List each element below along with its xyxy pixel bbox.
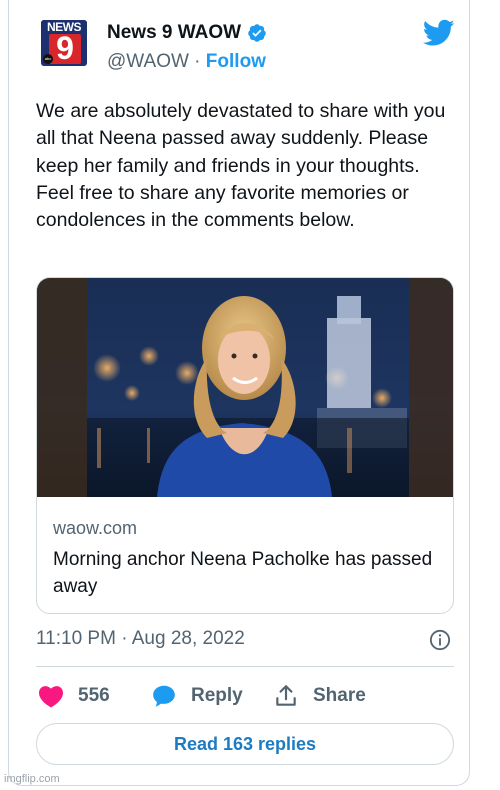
twitter-bird-icon[interactable] <box>423 19 455 47</box>
tweet-card: NEWS 9 abc News 9 WAOW @WAOW · Follow We… <box>8 0 470 786</box>
avatar-number: 9 <box>56 30 74 66</box>
link-title: Morning anchor Neena Pacholke has passed… <box>53 549 433 597</box>
author-handle-row: @WAOW · Follow <box>107 51 266 73</box>
author-name-row[interactable]: News 9 WAOW <box>107 22 267 44</box>
tweet-text: We are absolutely devastated to share wi… <box>36 100 446 232</box>
watermark: imgflip.com <box>4 773 60 785</box>
read-replies-button[interactable]: Read 163 replies <box>36 723 454 765</box>
link-preview-image <box>37 278 453 497</box>
like-count: 556 <box>78 685 110 706</box>
handle-separator: · <box>188 51 206 72</box>
reply-button[interactable]: Reply <box>151 680 243 712</box>
tweet-actions: 556 Reply Share <box>36 680 454 712</box>
link-preview-card[interactable]: waow.com Morning anchor Neena Pacholke h… <box>36 277 454 614</box>
reply-bubble-icon <box>153 685 175 707</box>
heart-icon <box>39 686 63 708</box>
share-label: Share <box>313 685 366 706</box>
verified-badge-icon <box>248 24 266 42</box>
like-button[interactable]: 556 <box>38 680 110 712</box>
avatar[interactable]: NEWS 9 abc <box>41 20 87 66</box>
avatar-abc-badge: abc <box>43 54 53 64</box>
follow-button[interactable]: Follow <box>206 51 266 72</box>
info-icon[interactable] <box>429 629 451 651</box>
divider <box>36 666 454 667</box>
author-handle[interactable]: @WAOW <box>107 51 189 72</box>
share-button[interactable]: Share <box>273 680 366 712</box>
author-display-name[interactable]: News 9 WAOW <box>107 22 241 44</box>
link-domain: waow.com <box>53 518 138 538</box>
share-icon <box>276 685 296 706</box>
tweet-timestamp[interactable]: 11:10 PM · Aug 28, 2022 <box>36 628 245 650</box>
reply-label: Reply <box>191 685 243 706</box>
